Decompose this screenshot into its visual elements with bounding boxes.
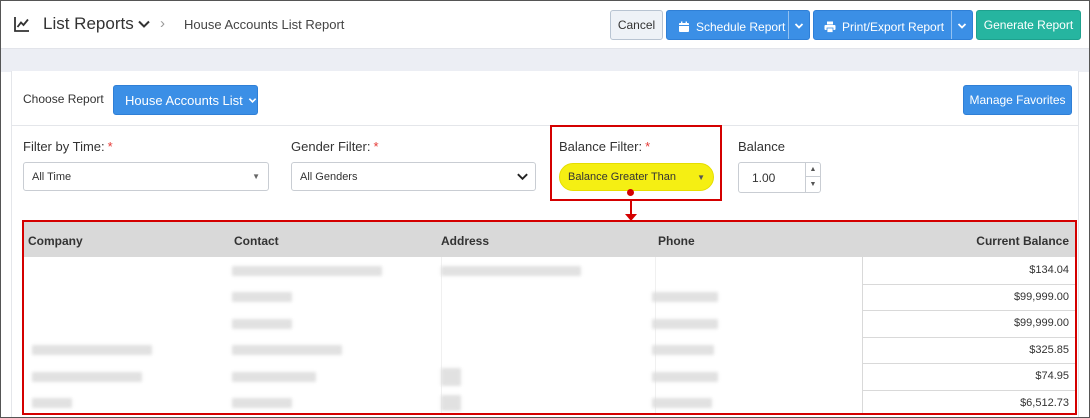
chevron-down-icon [248, 97, 257, 103]
breadcrumb-separator-icon: › [160, 15, 165, 32]
table-row[interactable]: $74.95 [24, 363, 1075, 390]
top-bar: List Reports › House Accounts List Repor… [0, 0, 1090, 49]
column-header-company[interactable]: Company [28, 234, 83, 248]
balance-filter-value: Balance Greater Than [568, 171, 677, 183]
table-row[interactable]: $99,999.00 [24, 284, 1075, 311]
schedule-report-button[interactable]: Schedule Report [666, 10, 810, 40]
breadcrumb: House Accounts List Report [184, 17, 345, 32]
balance-input[interactable]: 1.00 ▲ ▼ [738, 162, 821, 193]
cell-current-balance: $6,512.73 [1020, 397, 1069, 409]
stepper-down-icon[interactable]: ▼ [806, 177, 820, 191]
caret-down-icon: ▼ [697, 173, 705, 182]
manage-favorites-button[interactable]: Manage Favorites [963, 85, 1072, 115]
cell-current-balance: $99,999.00 [1013, 317, 1069, 329]
print-export-button[interactable]: Print/Export Report [813, 10, 973, 40]
required-marker: * [373, 139, 379, 154]
column-header-contact[interactable]: Contact [234, 234, 279, 248]
filter-time-label: Filter by Time: * [23, 139, 113, 154]
caret-down-icon: ▼ [252, 172, 260, 181]
cell-current-balance: $99,999.00 [1013, 291, 1069, 303]
gender-filter-value: All Genders [300, 170, 358, 183]
table-row[interactable]: $325.85 [24, 337, 1075, 364]
schedule-report-label: Schedule Report [696, 20, 786, 34]
table-header: Company Contact Address Phone Current Ba… [24, 222, 1075, 257]
report-select[interactable]: House Accounts List [113, 85, 258, 115]
balance-filter-select[interactable]: Balance Greater Than ▼ [559, 163, 714, 191]
required-marker: * [645, 139, 651, 154]
header-band [0, 49, 1090, 72]
column-header-current-balance[interactable]: Current Balance [976, 234, 1069, 248]
gender-filter-select[interactable]: All Genders [291, 162, 536, 191]
print-export-label: Print/Export Report [842, 20, 945, 34]
filter-time-select[interactable]: All Time ▼ [23, 162, 269, 191]
column-header-phone[interactable]: Phone [658, 234, 695, 248]
report-select-value: House Accounts List [125, 92, 243, 108]
table-row[interactable]: $99,999.00 [24, 310, 1075, 337]
page-title[interactable]: List Reports [43, 14, 134, 34]
cell-current-balance: $325.85 [1029, 344, 1069, 356]
callout-dot [627, 189, 634, 196]
required-marker: * [107, 139, 113, 154]
balance-filter-label: Balance Filter: * [559, 139, 651, 154]
balance-stepper[interactable]: ▲ ▼ [805, 163, 820, 192]
stepper-up-icon[interactable]: ▲ [806, 163, 820, 177]
table-row[interactable]: $6,512.73 [24, 390, 1075, 417]
choose-report-label: Choose Report [23, 92, 104, 106]
column-header-address[interactable]: Address [441, 234, 489, 248]
cell-current-balance: $134.04 [1029, 264, 1069, 276]
balance-label: Balance [738, 139, 785, 154]
generate-report-button[interactable]: Generate Report [976, 10, 1081, 40]
chevron-down-icon[interactable] [794, 21, 804, 31]
cell-current-balance: $74.95 [1035, 370, 1069, 382]
gender-filter-label: Gender Filter: * [291, 139, 379, 154]
cancel-button[interactable]: Cancel [610, 10, 663, 40]
chevron-down-icon[interactable] [957, 21, 967, 31]
chevron-down-icon [517, 173, 528, 181]
line-chart-icon [14, 17, 29, 32]
divider [11, 125, 1079, 126]
callout-arrow-icon [625, 214, 637, 221]
filter-time-value: All Time [32, 170, 72, 183]
balance-value: 1.00 [752, 170, 776, 185]
chevron-down-icon[interactable] [137, 17, 151, 31]
printer-icon [824, 21, 836, 33]
calendar-icon [679, 21, 689, 32]
table-row[interactable]: $134.04 [24, 257, 1075, 284]
